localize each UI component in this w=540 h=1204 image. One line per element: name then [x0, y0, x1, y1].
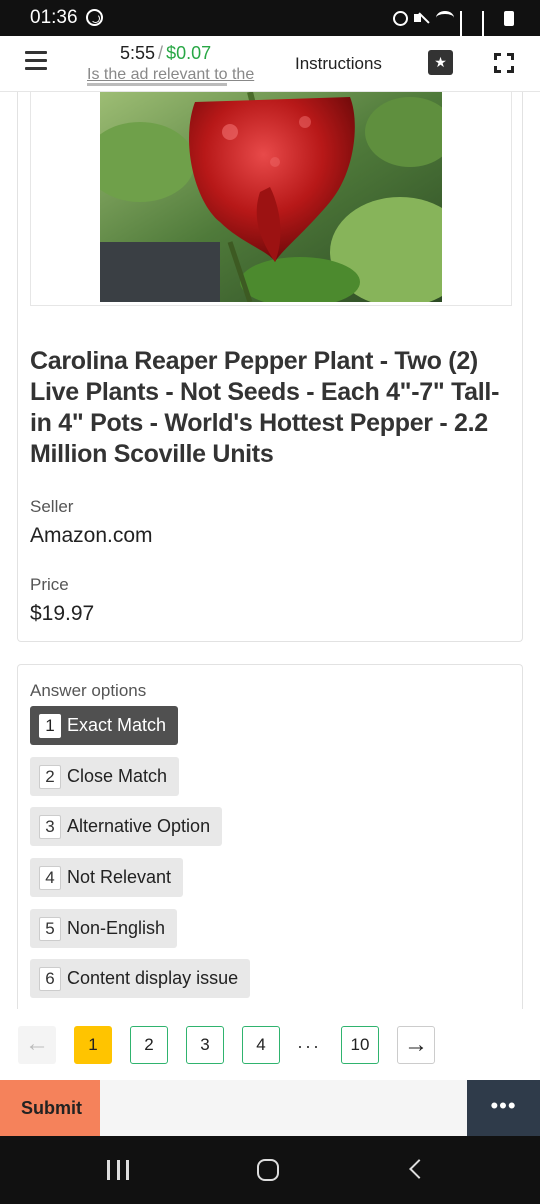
signal-icon [460, 11, 476, 45]
more-icon[interactable]: ••• [467, 1080, 540, 1136]
option-label: Exact Match [67, 715, 167, 735]
seller-label: Seller [30, 497, 74, 516]
price-label: Price [30, 575, 69, 594]
status-bar: 01:36 [0, 0, 540, 45]
submit-button[interactable]: Submit [0, 1080, 100, 1136]
star-icon[interactable]: ★ [428, 50, 453, 75]
option-exact-match[interactable]: 1 Exact Match [30, 706, 179, 745]
task-progress-bar [87, 83, 227, 86]
task-timer: 5:55/$0.07 [120, 43, 211, 64]
recent-apps-icon[interactable] [107, 1160, 129, 1180]
whatsapp-icon [86, 9, 103, 26]
task-question-link[interactable]: Is the ad relevant to the [87, 66, 267, 84]
option-key: 3 [39, 814, 61, 839]
pagination-ellipsis: ··· [297, 1036, 321, 1056]
earnings-value: $0.07 [166, 43, 212, 63]
option-label: Close Match [67, 766, 168, 786]
option-key: 1 [39, 713, 61, 738]
option-not-relevant[interactable]: 4 Not Relevant [30, 858, 184, 897]
product-card: Carolina Reaper Pepper Plant - Two (2) L… [17, 92, 523, 642]
option-key: 2 [39, 764, 61, 789]
seller-value: Amazon.com [30, 524, 153, 547]
product-title: Carolina Reaper Pepper Plant - Two (2) L… [30, 347, 500, 468]
pagination: ← 1 2 3 4 ··· 10 → [0, 1010, 540, 1080]
option-key: 6 [39, 966, 61, 991]
wifi-icon [436, 11, 454, 25]
option-label: Not Relevant [67, 867, 172, 887]
status-icons [393, 8, 514, 45]
battery-icon [504, 10, 514, 26]
price-value: $19.97 [30, 602, 95, 625]
signal-icon-2 [482, 11, 498, 45]
hamburger-icon[interactable] [25, 51, 47, 73]
option-label: Non-English [67, 918, 166, 938]
option-label: Alternative Option [67, 816, 211, 836]
prev-page-icon[interactable]: ← [18, 1026, 56, 1064]
page-2-button[interactable]: 2 [130, 1026, 168, 1064]
option-close-match[interactable]: 2 Close Match [30, 757, 180, 796]
option-non-english[interactable]: 5 Non-English [30, 909, 178, 948]
back-icon[interactable] [409, 1159, 429, 1179]
timer-value: 5:55 [120, 43, 156, 63]
page-1-button[interactable]: 1 [74, 1026, 112, 1064]
submit-bar: Submit ••• [0, 1080, 540, 1136]
instructions-button[interactable]: Instructions [295, 54, 382, 74]
home-icon[interactable] [257, 1159, 279, 1181]
fullscreen-icon[interactable] [494, 53, 514, 73]
option-key: 5 [39, 916, 61, 941]
option-key: 4 [39, 865, 61, 890]
mute-icon [414, 11, 430, 25]
alarm-icon [393, 10, 408, 26]
option-alternative[interactable]: 3 Alternative Option [30, 807, 223, 846]
status-time: 01:36 [30, 7, 78, 28]
timer-separator: / [158, 43, 164, 63]
answer-options-label: Answer options [30, 681, 147, 700]
task-toolbar: 5:55/$0.07 Is the ad relevant to the Ins… [0, 36, 540, 92]
product-image-frame [30, 92, 512, 306]
page-4-button[interactable]: 4 [242, 1026, 280, 1064]
next-page-icon[interactable]: → [397, 1026, 435, 1064]
page-3-button[interactable]: 3 [186, 1026, 224, 1064]
answer-options-card: Answer options 1 Exact Match 2 Close Mat… [17, 664, 523, 1009]
option-label: Content display issue [67, 968, 239, 988]
product-image [100, 92, 442, 302]
page-10-button[interactable]: 10 [341, 1026, 379, 1064]
option-content-display-issue[interactable]: 6 Content display issue [30, 959, 251, 998]
system-nav-bar [0, 1136, 540, 1204]
